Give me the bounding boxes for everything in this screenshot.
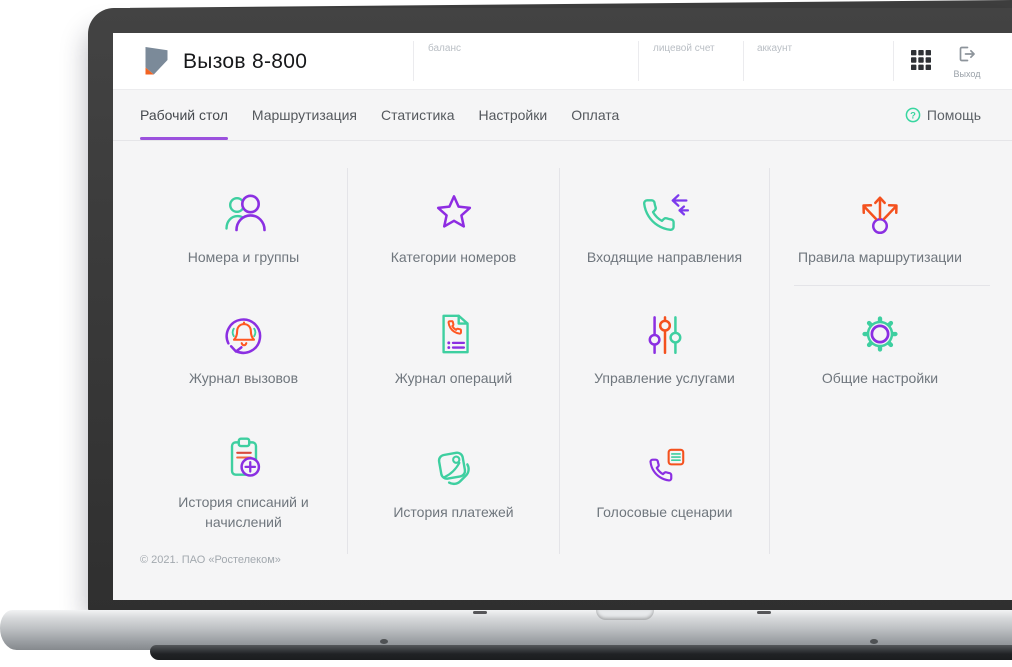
dashboard-grid: Номера и группы Категории номеров Входящ…	[140, 168, 990, 554]
tile-label: История списаний и начислений	[178, 494, 309, 530]
tile-payment-history[interactable]: История платежей	[348, 411, 560, 554]
help-button[interactable]: ? Помощь	[905, 107, 981, 123]
laptop-foot	[380, 639, 388, 644]
tile-label: Входящие направления	[586, 248, 743, 265]
svg-text:?: ?	[910, 110, 916, 121]
personal-account-label: лицевой счет	[653, 43, 715, 54]
tile-label: Правила маршрутизации	[798, 248, 962, 265]
tab-desktop[interactable]: Рабочий стол	[140, 90, 228, 140]
header-divider	[893, 41, 894, 81]
logout-icon	[959, 46, 975, 62]
app-title: Вызов 8-800	[183, 50, 308, 73]
tile-service-management[interactable]: Управление услугами	[560, 286, 770, 411]
tab-statistics[interactable]: Статистика	[381, 90, 455, 140]
tile-general-settings[interactable]: Общие настройки	[770, 286, 990, 411]
logout-button[interactable]: Выход	[943, 45, 991, 79]
tile-label: Журнал вызовов	[188, 370, 299, 386]
rostelecom-logo-icon	[145, 47, 168, 75]
hinge-mark	[473, 611, 487, 614]
header-divider	[413, 41, 414, 81]
apps-grid-icon[interactable]	[910, 49, 934, 73]
laptop-foot	[870, 639, 878, 644]
wallet-icon	[437, 451, 470, 486]
tile-label: Категории номеров	[390, 248, 517, 265]
tile-label: Номера и группы	[187, 248, 300, 265]
tile-charges-history[interactable]: История списаний и начислений	[140, 411, 348, 554]
laptop-base-edge	[150, 645, 1012, 660]
header-divider	[743, 41, 744, 81]
gear-icon	[862, 316, 898, 352]
operations-doc-icon	[441, 314, 469, 354]
tile-operations-log[interactable]: Журнал операций	[348, 286, 560, 411]
route-split-icon	[862, 195, 898, 234]
app-screen: Вызов 8-800 баланс лицевой счет аккаунт	[113, 33, 1012, 600]
empty-cell	[770, 411, 990, 554]
tile-numbers-groups[interactable]: Номера и группы	[140, 168, 348, 286]
help-label: Помощь	[926, 107, 981, 123]
laptop-mockup: Вызов 8-800 баланс лицевой счет аккаунт	[0, 0, 1012, 667]
copyright: © 2021. ПАО «Ростелеком»	[140, 554, 281, 566]
voice-script-icon	[648, 448, 684, 482]
tile-incoming-directions[interactable]: Входящие направления	[560, 168, 770, 286]
tile-number-categories[interactable]: Категории номеров	[348, 168, 560, 286]
account-label: аккаунт	[757, 43, 793, 54]
users-icon	[224, 194, 266, 231]
tile-label: Голосовые сценарии	[596, 504, 733, 520]
logout-label: Выход	[953, 69, 981, 79]
tile-label: Общие настройки	[821, 370, 939, 386]
phone-incoming-icon	[642, 193, 689, 231]
brand[interactable]: Вызов 8-800	[140, 42, 307, 82]
laptop-base	[0, 610, 1012, 650]
laptop-lid-notch	[596, 610, 654, 620]
tile-call-log[interactable]: Журнал вызовов	[140, 286, 348, 411]
header-divider	[638, 41, 639, 81]
tab-payment[interactable]: Оплата	[571, 90, 619, 140]
star-icon	[436, 194, 471, 228]
call-log-icon	[225, 318, 261, 355]
tile-routing-rules[interactable]: Правила маршрутизации	[770, 168, 990, 286]
sliders-icon	[648, 316, 681, 354]
clipboard-plus-icon	[230, 437, 260, 477]
main-nav: Рабочий стол Маршрутизация Статистика На…	[113, 90, 1012, 141]
tab-routing[interactable]: Маршрутизация	[252, 90, 357, 140]
hinge-mark	[757, 611, 771, 614]
tile-label: Журнал операций	[394, 370, 513, 386]
tile-label: Управление услугами	[594, 370, 735, 386]
tile-voice-scenarios[interactable]: Голосовые сценарии	[560, 411, 770, 554]
question-circle-icon: ?	[905, 107, 921, 123]
tab-settings[interactable]: Настройки	[479, 90, 548, 140]
app-header: Вызов 8-800 баланс лицевой счет аккаунт	[113, 33, 1012, 90]
balance-label: баланс	[428, 43, 461, 54]
tile-label: История платежей	[393, 504, 514, 520]
